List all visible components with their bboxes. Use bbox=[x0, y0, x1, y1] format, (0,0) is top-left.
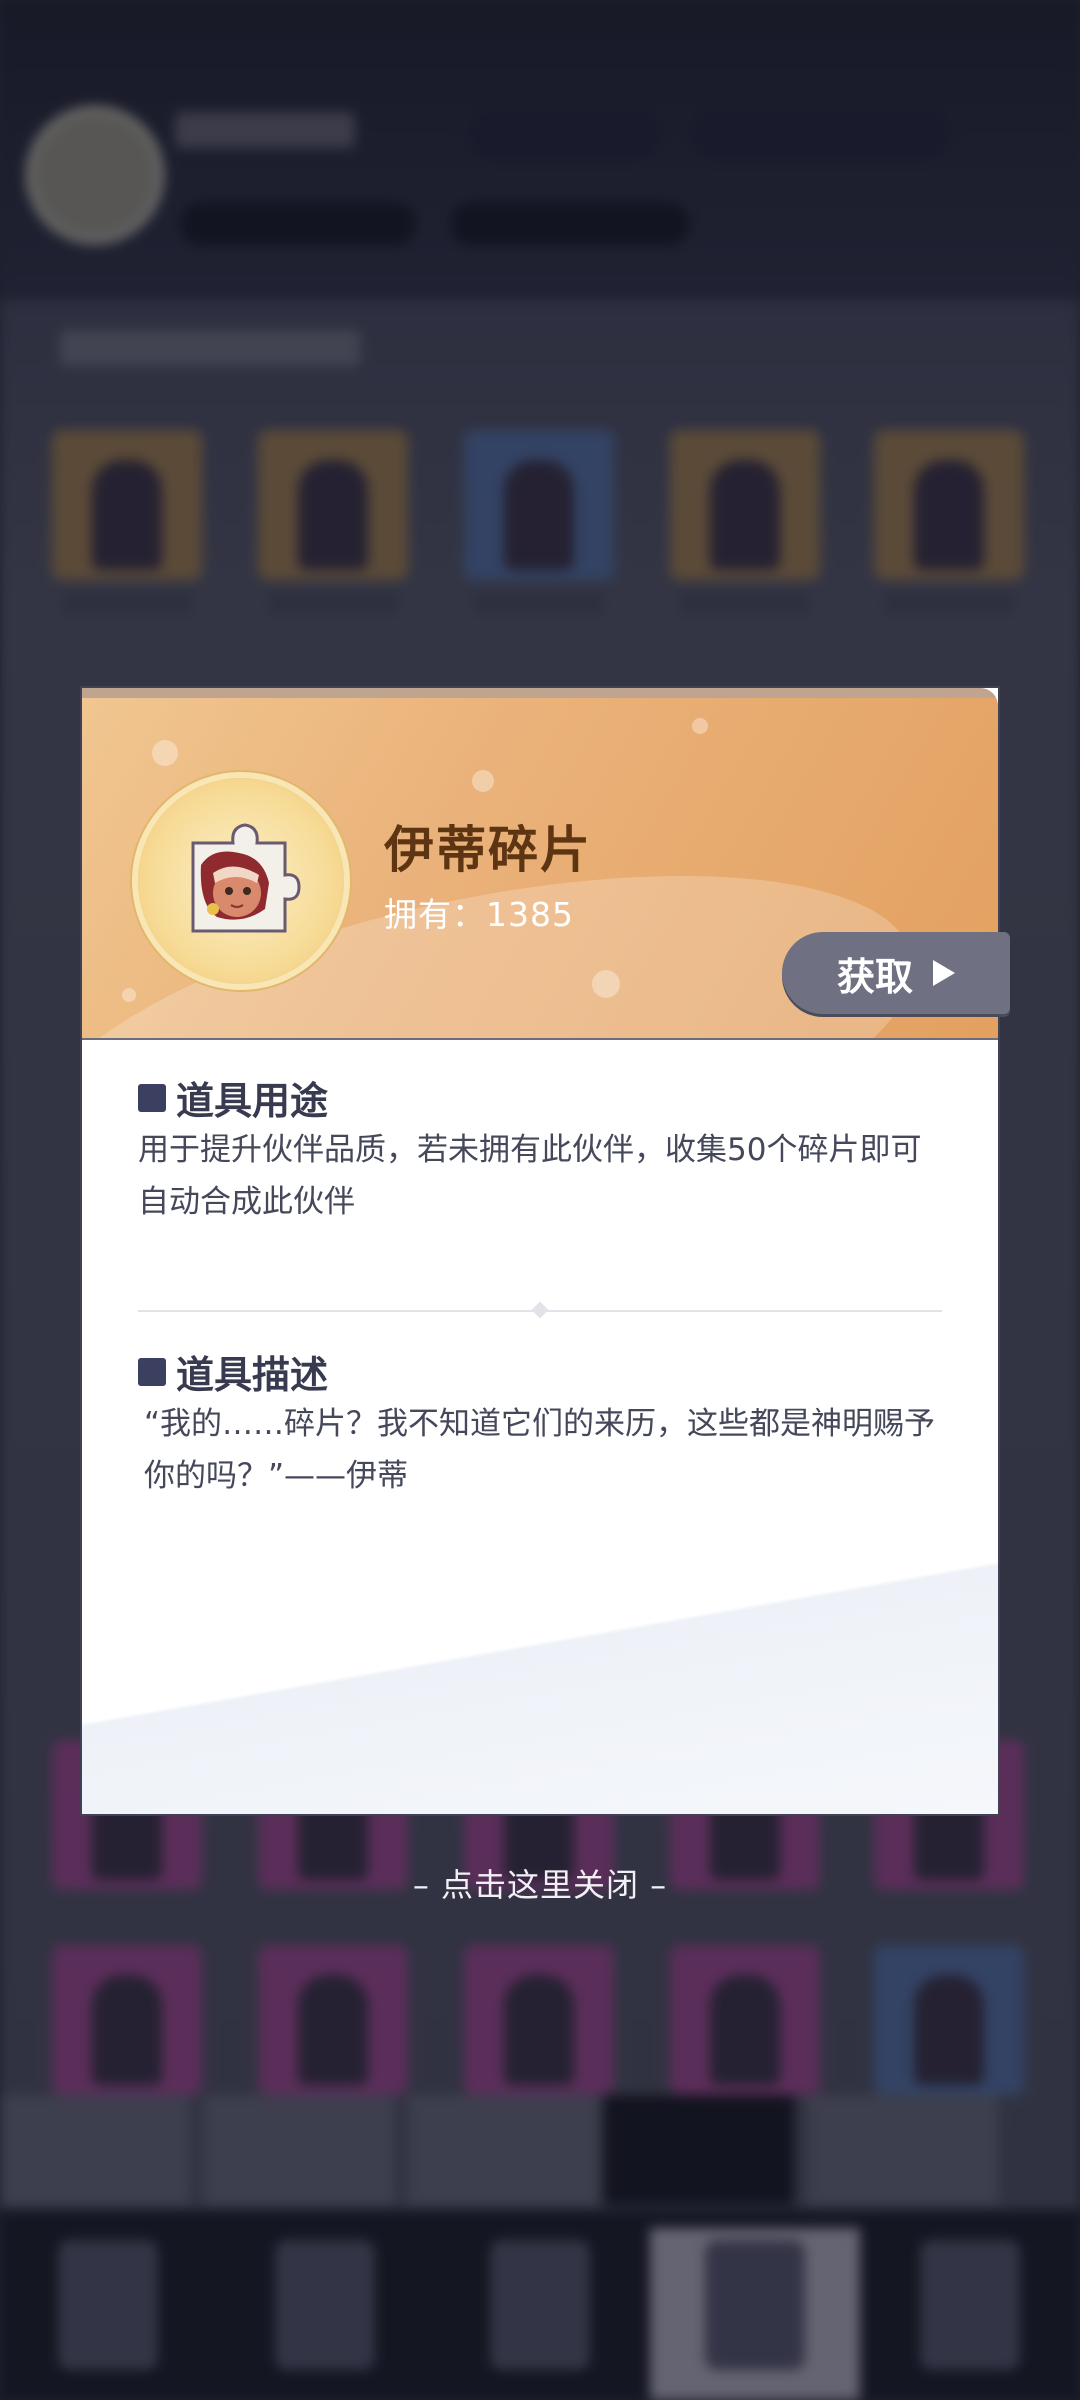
description-text: “我的……碎片？我不知道它们的来历，这些都是神明赐予你的吗？”——伊蒂 bbox=[144, 1406, 936, 1494]
sparkle-decoration bbox=[592, 970, 620, 998]
sparkle-decoration bbox=[472, 770, 494, 792]
close-hint[interactable]: – 点击这里关闭 – bbox=[0, 1860, 1080, 1906]
sparkle-decoration bbox=[122, 988, 136, 1002]
item-name: 伊蒂碎片 bbox=[384, 820, 592, 879]
sparkle-decoration bbox=[692, 718, 708, 734]
divider-diamond-icon bbox=[531, 1301, 549, 1319]
puzzle-fragment-portrait-icon bbox=[138, 778, 344, 984]
item-owned-count: 拥有：1385 bbox=[384, 895, 574, 934]
item-detail-dialog: 伊蒂碎片 拥有：1385 获取 道具用途 用于提升伙伴品质，若未拥有此伙伴，收集… bbox=[80, 686, 1010, 1816]
usage-title-text: 道具用途 bbox=[176, 1078, 329, 1123]
get-button[interactable]: 获取 bbox=[782, 932, 1010, 1014]
header-divider bbox=[82, 1038, 998, 1040]
square-bullet-icon bbox=[138, 1083, 166, 1112]
description-section-title: 道具描述 bbox=[138, 1344, 328, 1399]
sparkle-decoration bbox=[152, 740, 178, 766]
get-button-label: 获取 bbox=[836, 954, 913, 999]
dialog-bottom-decoration bbox=[82, 1554, 998, 1814]
description-title-text: 道具描述 bbox=[176, 1352, 329, 1397]
square-bullet-icon bbox=[138, 1357, 166, 1386]
play-icon bbox=[933, 960, 955, 986]
usage-text: 用于提升伙伴品质，若未拥有此伙伴，收集50个碎片即可自动合成此伙伴 bbox=[138, 1132, 922, 1220]
header-top-border bbox=[82, 688, 998, 698]
usage-section-title: 道具用途 bbox=[138, 1070, 328, 1125]
